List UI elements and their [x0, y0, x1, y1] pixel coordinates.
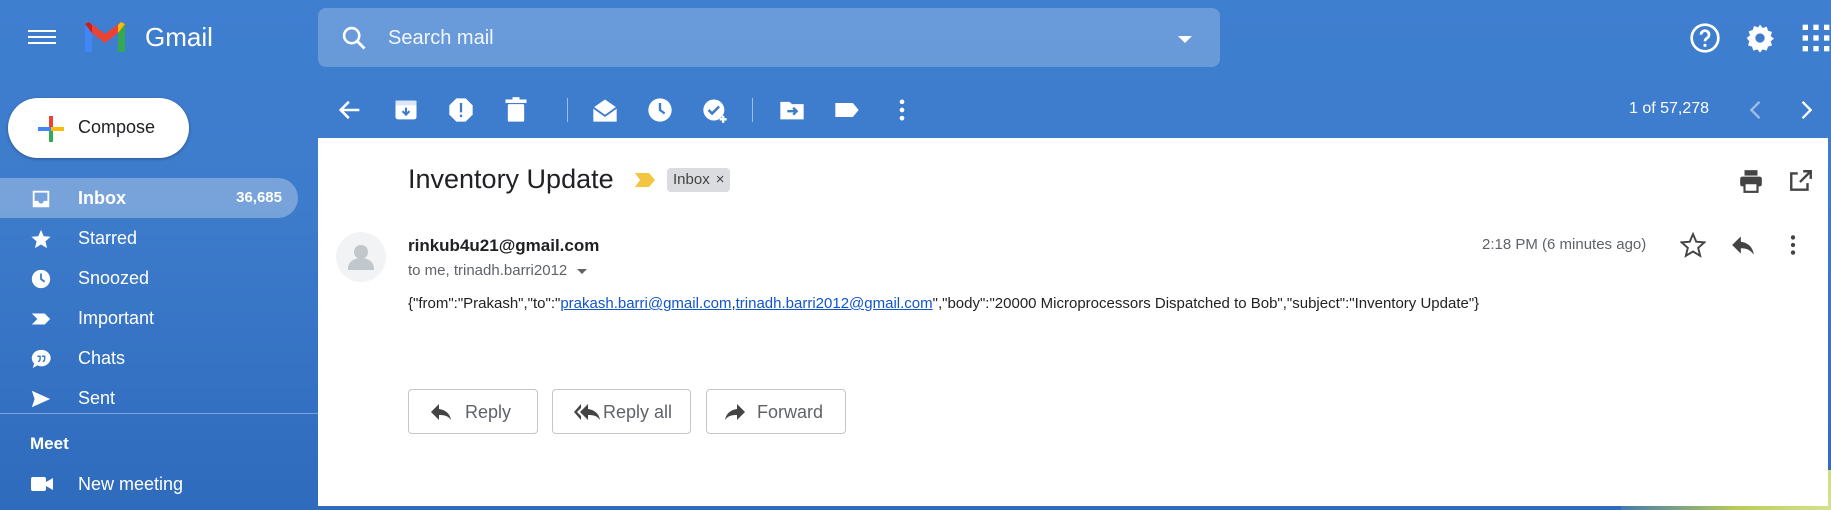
- sender-email[interactable]: rinkub4u21@gmail.com: [408, 236, 599, 256]
- toolbar-separator: [567, 98, 568, 122]
- show-details-caret-icon[interactable]: [577, 268, 588, 274]
- message-toolbar: 1 of 57,278: [318, 84, 1831, 136]
- email-timestamp: 2:18 PM (6 minutes ago): [1482, 236, 1647, 253]
- newer-chevron-left-icon[interactable]: [1742, 96, 1770, 124]
- forward-button[interactable]: Forward: [706, 389, 846, 434]
- delete-trash-icon[interactable]: [502, 96, 530, 124]
- search-options-dropdown-icon[interactable]: [1178, 36, 1192, 43]
- more-options-vertical-icon[interactable]: [888, 96, 916, 124]
- reply-all-button[interactable]: Reply all: [552, 389, 691, 434]
- reply-label: Reply: [465, 402, 512, 422]
- sidebar-item-label: Snoozed: [78, 268, 150, 288]
- open-in-new-window-icon[interactable]: [1788, 168, 1814, 194]
- label-tag-icon[interactable]: [833, 96, 861, 124]
- archive-icon[interactable]: [392, 96, 420, 124]
- new-meeting-label: New meeting: [78, 474, 184, 494]
- search-bar[interactable]: [318, 8, 1220, 67]
- sidebar-divider: [0, 413, 318, 414]
- sidebar-item-label: Sent: [78, 388, 116, 408]
- compose-plus-icon: [38, 116, 64, 142]
- reply-all-label: Reply all: [603, 402, 673, 422]
- sidebar-item-label: Inbox: [78, 188, 126, 208]
- search-input[interactable]: [388, 20, 1148, 56]
- sidebar-item-label: Chats: [78, 348, 126, 368]
- compose-label: Compose: [78, 117, 156, 137]
- sidebar-item-sent[interactable]: Sent: [0, 378, 298, 418]
- pagination-count: 1 of 57,278: [1629, 100, 1710, 117]
- inbox-label-chip: Inbox ×: [667, 168, 731, 192]
- email-view: Inventory Update Inbox × rinkub4u21@gmai…: [318, 138, 1828, 506]
- apps-grid-icon[interactable]: [1800, 22, 1831, 54]
- recipients-details[interactable]: to me, trinadh.barri2012: [408, 262, 588, 279]
- help-icon[interactable]: [1689, 22, 1721, 54]
- clock-icon: [31, 269, 51, 289]
- new-meeting-item[interactable]: New meeting: [0, 466, 298, 502]
- email-link[interactable]: prakash.barri@gmail.com: [560, 295, 731, 312]
- default-avatar-icon: [348, 245, 374, 270]
- sidebar-item-starred[interactable]: Starred: [0, 218, 298, 258]
- body-suffix: ","body":"20000 Microprocessors Dispatch…: [932, 295, 1480, 312]
- reply-icon: [431, 404, 451, 420]
- top-header: Gmail: [0, 0, 1831, 76]
- more-vertical-icon[interactable]: [1780, 232, 1806, 258]
- recipients-text: to me, trinadh.barri2012: [408, 262, 568, 279]
- star-icon[interactable]: [1680, 232, 1706, 258]
- chat-icon: [31, 349, 51, 369]
- gmail-logo-icon: [85, 22, 125, 52]
- important-icon: [31, 313, 51, 325]
- label-chip-text: Inbox: [673, 171, 710, 188]
- compose-button[interactable]: Compose: [8, 98, 189, 158]
- remove-label-icon[interactable]: ×: [716, 168, 725, 192]
- video-camera-icon: [31, 477, 53, 491]
- sidebar-item-chats[interactable]: Chats: [0, 338, 298, 378]
- reply-all-icon: [574, 404, 600, 420]
- move-to-folder-icon[interactable]: [778, 96, 806, 124]
- older-chevron-right-icon[interactable]: [1792, 96, 1820, 124]
- search-icon[interactable]: [340, 24, 368, 52]
- email-subject: Inventory Update: [408, 164, 614, 194]
- settings-gear-icon[interactable]: [1744, 22, 1776, 54]
- sidebar-nav: Inbox 36,685 Starred Snoozed Important C…: [0, 178, 310, 418]
- inbox-count: 36,685: [236, 189, 282, 206]
- forward-icon: [725, 404, 745, 420]
- sidebar-item-label: Important: [78, 308, 155, 328]
- email-link[interactable]: trinadh.barri2012@gmail.com: [736, 295, 933, 312]
- print-icon[interactable]: [1738, 168, 1764, 194]
- body-prefix: {"from":"Prakash","to":": [408, 295, 561, 312]
- send-icon: [31, 390, 51, 408]
- sender-avatar[interactable]: [336, 232, 386, 282]
- back-arrow-icon[interactable]: [336, 96, 364, 124]
- inbox-icon: [32, 190, 50, 208]
- report-spam-icon[interactable]: [447, 96, 475, 124]
- meet-section-title: Meet: [30, 434, 69, 453]
- gmail-brand[interactable]: Gmail: [145, 22, 213, 53]
- add-to-tasks-icon[interactable]: [701, 96, 729, 124]
- reply-button[interactable]: Reply: [408, 389, 538, 434]
- sidebar-item-snoozed[interactable]: Snoozed: [0, 258, 298, 298]
- snooze-clock-icon[interactable]: [646, 96, 674, 124]
- main-menu-icon[interactable]: [28, 26, 56, 50]
- email-body: {"from":"Prakash","to":"prakash.barri@gm…: [408, 295, 1479, 312]
- sidebar-item-important[interactable]: Important: [0, 298, 298, 338]
- star-icon: [31, 229, 51, 249]
- sidebar-item-label: Starred: [78, 228, 138, 248]
- reply-icon[interactable]: [1730, 232, 1756, 258]
- important-marker-icon[interactable]: [634, 172, 656, 188]
- forward-label: Forward: [757, 402, 824, 422]
- sidebar-item-inbox[interactable]: Inbox 36,685: [0, 178, 298, 218]
- toolbar-separator: [752, 98, 753, 122]
- mark-as-unread-icon[interactable]: [591, 96, 619, 124]
